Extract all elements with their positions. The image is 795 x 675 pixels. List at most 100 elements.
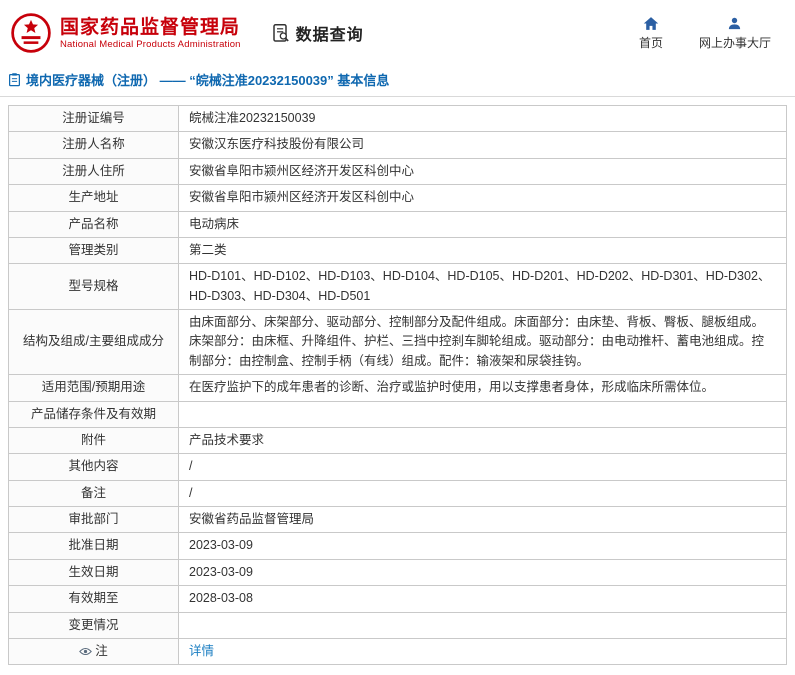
- row-value-cell: /: [178, 453, 787, 481]
- table-row: 产品名称 电动病床: [8, 210, 787, 238]
- info-table-body: 注册证编号 皖械注准20232150039 注册人名称 安徽汉东医疗科技股份有限公司注…: [8, 104, 787, 666]
- row-label-cell: 批准日期: [8, 532, 179, 560]
- org-name-cn: 国家药品监督管理局: [60, 16, 241, 38]
- row-value-cell: 2023-03-09: [178, 558, 787, 587]
- row-label-cell: 注册人住所: [8, 157, 179, 186]
- person-icon: [729, 17, 741, 29]
- row-value-cell: 电动病床: [178, 210, 787, 238]
- row-value: 在医疗监护下的成年患者的诊断、治疗或监护时使用，用以支撑患者身体，形成临床所需体…: [189, 380, 715, 395]
- row-label-cell: 注: [8, 637, 179, 666]
- org-name-en: National Medical Products Administration: [60, 39, 241, 51]
- row-label-cell: 结构及组成/主要组成成分: [8, 308, 179, 376]
- row-label: 注册人名称: [62, 137, 125, 152]
- row-value: 安徽省阜阳市颍州区经济开发区科创中心: [189, 190, 415, 205]
- table-row: 变更情况: [8, 611, 787, 639]
- table-row: 附件 产品技术要求: [8, 426, 787, 455]
- row-value: 皖械注准20232150039: [189, 111, 316, 125]
- row-value: 2028-03-08: [189, 591, 253, 606]
- row-value: 第二类: [189, 242, 227, 257]
- row-value: 电动病床: [189, 216, 240, 231]
- row-value-cell: HD-D101、HD-D102、HD-D103、HD-D104、HD-D105、…: [178, 263, 787, 310]
- row-value-cell: [178, 400, 787, 428]
- org-name-block: 国家药品监督管理局 National Medical Products Admi…: [60, 16, 241, 51]
- row-value: /: [189, 459, 193, 474]
- document-search-icon: [272, 24, 289, 42]
- table-row: 备注 /: [8, 479, 787, 508]
- row-label-cell: 注册证编号: [8, 104, 179, 133]
- row-value: 产品技术要求: [189, 432, 265, 447]
- table-row: 生产地址 安徽省阜阳市颍州区经济开发区科创中心: [8, 184, 787, 212]
- row-value-cell: 在医疗监护下的成年患者的诊断、治疗或监护时使用，用以支撑患者身体，形成临床所需体…: [178, 374, 787, 402]
- row-label: 其他内容: [68, 459, 119, 474]
- row-value: HD-D101、HD-D102、HD-D103、HD-D104、HD-D105、…: [189, 269, 771, 303]
- row-label: 产品储存条件及有效期: [30, 406, 156, 421]
- row-label: 变更情况: [68, 617, 119, 632]
- row-value-cell: 2028-03-08: [178, 585, 787, 613]
- row-value-cell: 安徽汉东医疗科技股份有限公司: [178, 131, 787, 159]
- detail-link[interactable]: 详情: [189, 644, 214, 658]
- row-label: 注册人住所: [62, 163, 125, 178]
- row-value: /: [189, 485, 193, 500]
- row-label: 注册证编号: [62, 111, 125, 125]
- row-label-cell: 其他内容: [8, 453, 179, 481]
- row-value-cell: 详情: [178, 637, 787, 666]
- info-table: 注册证编号 皖械注准20232150039 注册人名称 安徽汉东医疗科技股份有限公司注…: [8, 104, 787, 666]
- info-table-wrap: 注册证编号 皖械注准20232150039 注册人名称 安徽汉东医疗科技股份有限公司注…: [0, 97, 795, 675]
- row-label: 结构及组成/主要组成成分: [23, 334, 164, 349]
- nmpa-emblem-logo: [11, 13, 51, 53]
- data-query-label: 数据查询: [295, 27, 364, 44]
- row-value: 2023-03-09: [189, 538, 253, 553]
- table-row: 注 详情: [8, 637, 787, 666]
- nav-home[interactable]: 首页: [639, 16, 663, 51]
- row-value-cell: 第二类: [178, 236, 787, 265]
- row-value-cell: 皖械注准20232150039: [178, 104, 787, 133]
- site-header: 国家药品监督管理局 National Medical Products Admi…: [0, 0, 795, 64]
- table-row: 产品储存条件及有效期: [8, 400, 787, 428]
- nav-home-label: 首页: [638, 35, 663, 50]
- row-label: 产品名称: [68, 216, 119, 231]
- row-label: 管理类别: [68, 242, 119, 257]
- row-label: 型号规格: [68, 278, 119, 293]
- row-label: 生产地址: [68, 190, 119, 205]
- page-title-bar: 境内医疗器械（注册） —— “皖械注准20232150039” 基本信息: [0, 64, 795, 96]
- row-label-cell: 管理类别: [8, 236, 179, 265]
- table-row: 审批部门 安徽省药品监督管理局: [8, 505, 787, 534]
- table-row: 结构及组成/主要组成成分 由床面部分、床架部分、驱动部分、控制部分及配件组成。床面…: [8, 308, 787, 376]
- top-nav: 首页 网上办事大厅: [639, 16, 771, 51]
- page: 国家药品监督管理局 National Medical Products Admi…: [0, 0, 795, 675]
- table-row: 生效日期 2023-03-09: [8, 558, 787, 587]
- table-row: 有效期至 2028-03-08: [8, 585, 787, 613]
- row-label-cell: 注册人名称: [8, 131, 179, 159]
- row-label: 有效期至: [68, 591, 119, 606]
- row-value-cell: 2023-03-09: [178, 532, 787, 560]
- row-label-cell: 备注: [8, 479, 179, 508]
- row-label-cell: 有效期至: [8, 585, 179, 613]
- eye-icon: [79, 647, 93, 656]
- row-value-cell: 安徽省药品监督管理局: [178, 505, 787, 534]
- row-label: 备注: [80, 485, 106, 500]
- home-icon: [643, 16, 659, 30]
- row-value: 安徽省药品监督管理局: [189, 512, 315, 526]
- table-row: 批准日期 2023-03-09: [8, 532, 787, 560]
- table-row: 注册证编号 皖械注准20232150039: [8, 104, 787, 133]
- row-value: 安徽省阜阳市颍州区经济开发区科创中心: [189, 163, 415, 178]
- row-value-cell: 由床面部分、床架部分、驱动部分、控制部分及配件组成。床面部分：由床垫、背板、臀板…: [178, 308, 787, 376]
- row-label: 附件: [80, 432, 106, 447]
- nav-online-hall[interactable]: 网上办事大厅: [699, 16, 771, 51]
- row-label-cell: 变更情况: [8, 611, 179, 639]
- row-label-cell: 审批部门: [8, 505, 179, 534]
- row-label: 生效日期: [68, 564, 119, 579]
- data-query-heading: 数据查询: [271, 21, 364, 45]
- table-row: 注册人名称 安徽汉东医疗科技股份有限公司: [8, 131, 787, 159]
- row-value-cell: 安徽省阜阳市颍州区经济开发区科创中心: [178, 184, 787, 212]
- row-label: 注: [95, 643, 108, 658]
- row-value: 2023-03-09: [189, 564, 253, 579]
- table-row: 其他内容 /: [8, 453, 787, 481]
- row-label-cell: 产品名称: [8, 210, 179, 238]
- row-label-cell: 生产地址: [8, 184, 179, 212]
- row-label-cell: 产品储存条件及有效期: [8, 400, 179, 428]
- table-row: 管理类别 第二类: [8, 236, 787, 265]
- row-label: 适用范围/预期用途: [41, 380, 146, 395]
- row-value: 安徽汉东医疗科技股份有限公司: [189, 137, 365, 152]
- page-title: 境内医疗器械（注册） —— “皖械注准20232150039” 基本信息: [26, 73, 390, 88]
